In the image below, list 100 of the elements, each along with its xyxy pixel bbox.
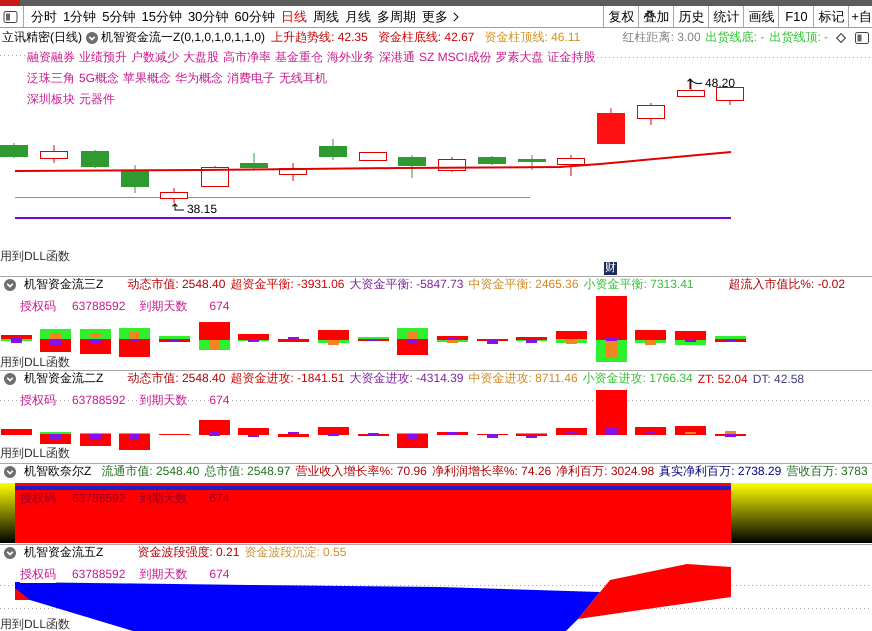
auth-label: 授权码 <box>20 298 56 314</box>
concept-tag[interactable]: SZ MSCI成份 <box>419 49 492 66</box>
panel-toggle-icon[interactable] <box>3 10 18 22</box>
collapse-icon[interactable] <box>4 546 16 558</box>
leader-line <box>687 78 702 90</box>
indicator-reading: 流通市值: 2548.40 <box>101 463 200 480</box>
collapse-icon[interactable] <box>86 32 98 44</box>
expiry-label: 到期天数 <box>139 490 188 506</box>
fund-flow-bar <box>238 428 269 437</box>
event-badge[interactable]: 财 <box>604 262 617 275</box>
collapse-icon[interactable] <box>4 278 16 290</box>
candlestick <box>319 138 347 160</box>
expiry-label: 到期天数 <box>139 298 188 314</box>
concept-tag[interactable]: 证金持股 <box>548 49 596 66</box>
indicator-reading: 真实净利百万: 2738.29 <box>659 463 782 480</box>
fund-flow-bar <box>477 434 508 438</box>
indicator-reading: 营收百万: 3783 <box>786 463 868 480</box>
fund-flow-bar <box>40 432 71 444</box>
collapse-icon[interactable] <box>4 372 16 384</box>
concept-tag[interactable]: 消费电子 <box>227 70 276 87</box>
leader-line <box>172 203 184 210</box>
concept-tag[interactable]: 深圳板块 <box>27 91 75 108</box>
indicator-reading: 营业收入增长率%: 70.96 <box>295 463 427 480</box>
fund-flow-bar <box>80 433 111 446</box>
indicator-reading: 净利百万: 3024.98 <box>556 463 654 480</box>
candlestick <box>716 86 744 106</box>
period-tab[interactable]: 分时 <box>28 6 60 27</box>
collapse-icon[interactable] <box>4 466 16 478</box>
dll-note: 用到DLL函数 <box>0 355 70 369</box>
indicator-reading: 超流入市值比%: -0.02 <box>728 276 845 293</box>
stock-title: 立讯精密(日线) <box>2 29 82 46</box>
fund-flow-bar <box>199 420 230 436</box>
period-tab[interactable]: 月线 <box>342 6 374 27</box>
indicator-reading: 超资金进攻: -1841.51 <box>230 370 344 387</box>
auth-code: 63788592 <box>72 393 126 407</box>
fund-flow-bar <box>596 296 627 362</box>
concept-tag[interactable]: 罗素大盘 <box>496 49 544 66</box>
fund-flow-bar <box>675 426 706 435</box>
auth-label: 授权码 <box>20 392 56 408</box>
candlestick <box>597 108 625 144</box>
expiry-days: 674 <box>209 491 230 505</box>
candlestick <box>518 154 546 170</box>
concept-tag[interactable]: 华为概念 <box>175 70 224 87</box>
fund-flow-bar <box>516 337 547 343</box>
fund-flow-bar <box>1 429 32 435</box>
concept-tag[interactable]: 海外业务 <box>327 49 375 66</box>
candlestick <box>677 78 705 97</box>
candlestick <box>637 102 665 126</box>
concept-tag[interactable]: 元器件 <box>79 91 115 108</box>
panel-toggle-icon[interactable] <box>855 32 869 44</box>
period-tab[interactable]: 5分钟 <box>99 6 138 27</box>
period-tab[interactable]: 多周期 <box>374 6 419 27</box>
indicator-reading: 资金波段沉淀: 0.55 <box>244 544 346 561</box>
concept-tag[interactable]: 户数减少 <box>131 49 179 66</box>
fund-flow-bar <box>199 322 230 350</box>
indicator-reading: 出货线底: - <box>706 29 764 46</box>
fund-flow-bar <box>318 330 349 345</box>
fund-flow-bar <box>119 433 150 450</box>
indicator-name: 机智资金流一Z(0,1,0,1,0,1,1,0) <box>101 29 266 46</box>
chevron-right-icon <box>452 12 459 22</box>
concept-tag[interactable]: 泛珠三角 <box>27 70 75 87</box>
fund-flow-bar <box>397 433 428 448</box>
tool-button[interactable]: +自 <box>848 6 872 27</box>
candlestick <box>478 156 506 166</box>
indicator-name: 机智欧奈尔Z <box>24 463 92 480</box>
candlestick <box>81 150 109 168</box>
candlestick <box>40 144 68 164</box>
concept-tag[interactable]: 苹果概念 <box>123 70 172 87</box>
fund-flow-bar <box>318 427 349 436</box>
fund-flow-bar <box>635 330 666 345</box>
period-tab[interactable]: 日线 <box>278 6 310 27</box>
indicator-reading: 大资金进攻: -4314.39 <box>349 370 464 387</box>
fund-flow-bar <box>556 428 587 435</box>
dll-note: 用到DLL函数 <box>0 617 70 631</box>
concept-tag[interactable]: 5G概念 <box>79 70 120 87</box>
period-tab[interactable]: 30分钟 <box>184 6 232 27</box>
concept-tag[interactable]: 高市净率 <box>223 49 271 66</box>
concept-tag[interactable]: 业绩预升 <box>79 49 127 66</box>
concept-tag[interactable]: 无线耳机 <box>279 70 328 87</box>
concept-tag[interactable]: 大盘股 <box>183 49 219 66</box>
period-tab[interactable]: 周线 <box>310 6 342 27</box>
wedge-area <box>15 588 30 600</box>
more-button[interactable]: 更多 <box>418 6 462 27</box>
period-tab[interactable]: 15分钟 <box>138 6 185 27</box>
diamond-icon[interactable] <box>836 32 846 42</box>
candlestick <box>557 154 585 176</box>
indicator-reading: 资金柱顶线: 46.11 <box>484 29 580 46</box>
indicator-reading: 出货线顶: - <box>769 29 828 46</box>
dll-note: 用到DLL函数 <box>0 249 70 263</box>
period-tab[interactable]: 60分钟 <box>231 6 278 27</box>
indicator-name: 机智资金流二Z <box>24 370 104 387</box>
fund-flow-bar <box>80 329 111 354</box>
concept-tag[interactable]: 基金重仓 <box>275 49 323 66</box>
candlestick <box>398 154 426 178</box>
concept-tag[interactable]: 深港通 <box>379 49 415 66</box>
concept-tag[interactable]: 融资融券 <box>27 49 75 66</box>
expiry-days: 674 <box>209 393 230 407</box>
fund-flow-bar <box>556 331 587 344</box>
indicator-reading: 资金柱底线: 42.67 <box>378 29 474 46</box>
period-tab[interactable]: 1分钟 <box>60 6 100 27</box>
